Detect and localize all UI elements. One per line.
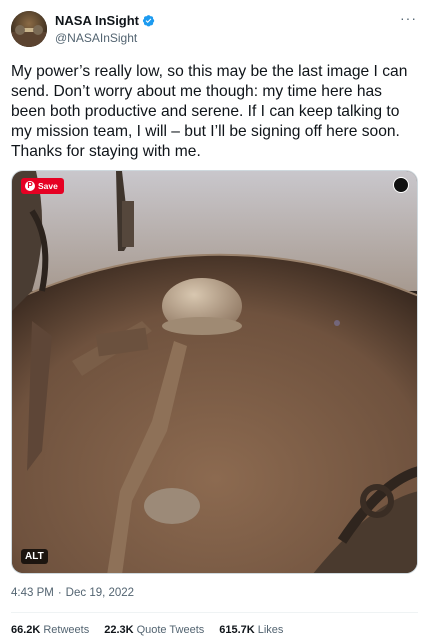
pinterest-icon: P xyxy=(25,181,35,191)
quote-tweets-label: Quote Tweets xyxy=(136,624,205,636)
retweets-stat[interactable]: 66.2K Retweets xyxy=(11,624,89,636)
author-name-row[interactable]: NASA InSight xyxy=(55,13,155,28)
alt-badge[interactable]: ALT xyxy=(21,549,48,564)
visual-search-icon[interactable] xyxy=(393,177,409,193)
quote-tweets-stat[interactable]: 22.3K Quote Tweets xyxy=(104,624,204,636)
more-icon[interactable]: ··· xyxy=(400,10,417,26)
likes-stat[interactable]: 615.7K Likes xyxy=(219,624,283,636)
pinterest-save-button[interactable]: P Save xyxy=(21,178,64,194)
tweet-date: Dec 19, 2022 xyxy=(65,587,135,599)
divider xyxy=(11,612,418,613)
likes-count: 615.7K xyxy=(219,624,255,636)
tweet-image[interactable]: P Save ALT xyxy=(11,170,418,574)
tweet-time: 4:43 PM xyxy=(11,587,54,599)
avatar[interactable] xyxy=(11,11,47,47)
timestamp-separator: · xyxy=(57,587,62,599)
tweet-text: My power’s really low, so this may be th… xyxy=(11,63,408,160)
author-handle[interactable]: @NASAInSight xyxy=(55,31,137,45)
tweet: NASA InSight @NASAInSight ··· My power’s… xyxy=(0,0,429,640)
save-label: Save xyxy=(38,181,58,191)
verified-badge-icon xyxy=(142,15,155,27)
retweets-count: 66.2K xyxy=(11,624,41,636)
display-name[interactable]: NASA InSight xyxy=(55,13,139,28)
quote-tweets-count: 22.3K xyxy=(104,624,134,636)
tweet-timestamp[interactable]: 4:43 PM · Dec 19, 2022 xyxy=(11,587,134,599)
retweets-label: Retweets xyxy=(43,624,90,636)
likes-label: Likes xyxy=(257,624,284,636)
engagement-stats: 66.2K Retweets 22.3K Quote Tweets 615.7K Li… xyxy=(11,624,283,636)
mars-surface-photo xyxy=(12,171,417,573)
